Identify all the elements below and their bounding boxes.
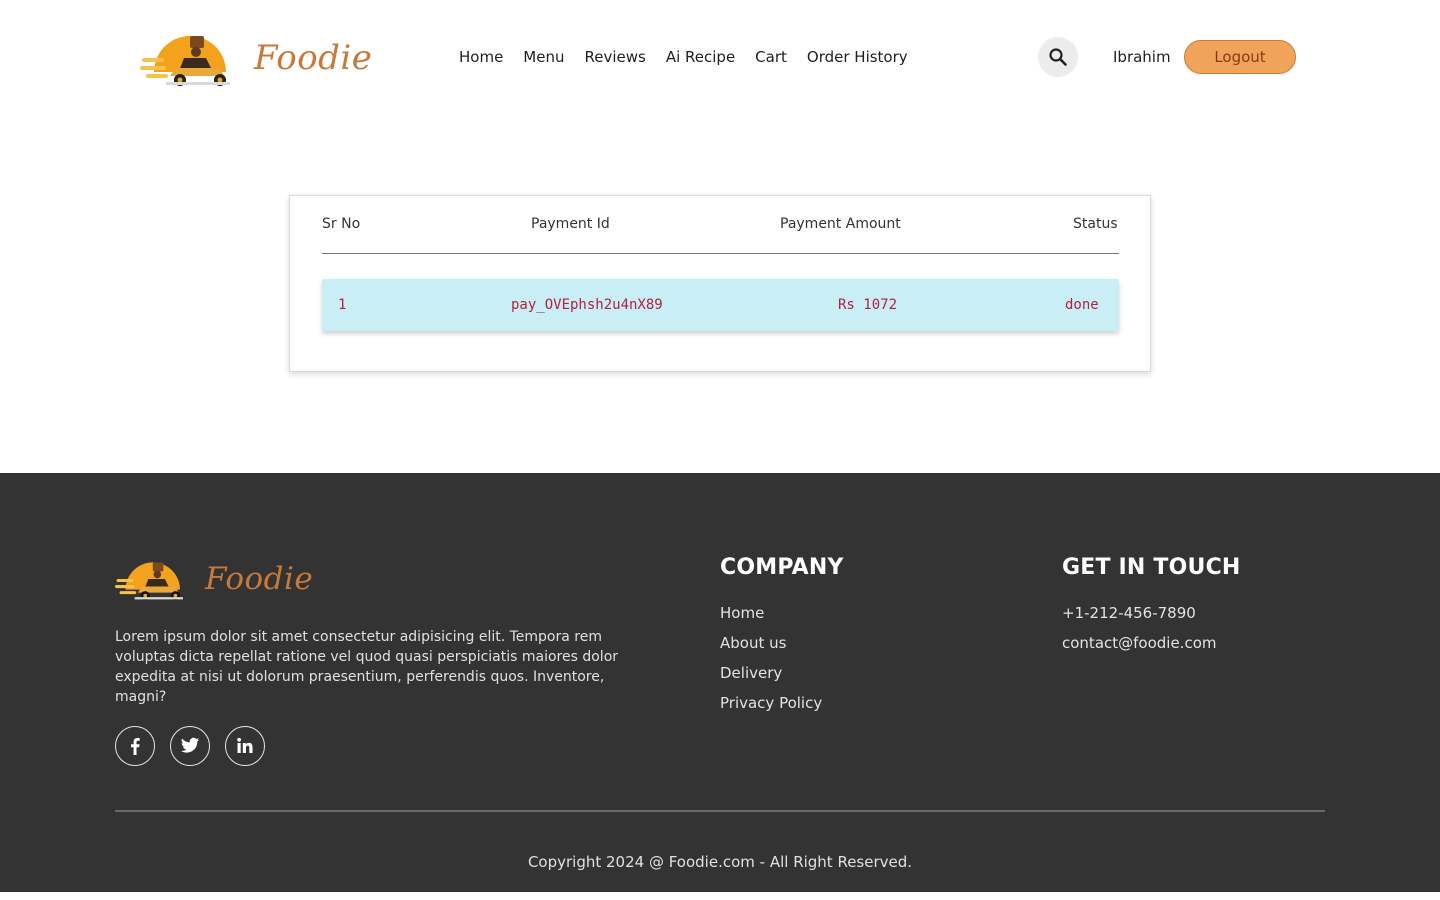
linkedin-link[interactable] [225, 726, 265, 766]
copyright-text: Copyright 2024 @ Foodie.com - All Right … [527, 853, 913, 871]
footer-link-home[interactable]: Home [720, 603, 764, 623]
delivery-scooter-icon [140, 28, 230, 88]
nav-cart[interactable]: Cart [755, 46, 787, 68]
twitter-link[interactable] [170, 726, 210, 766]
delivery-scooter-icon [115, 556, 183, 602]
site-footer: Foodie Lorem ipsum dolor sit amet consec… [0, 473, 1440, 892]
brand-name: Foodie [254, 38, 373, 78]
payment-history-card: Sr No Payment Id Payment Amount Status 1… [289, 195, 1151, 372]
footer-link-delivery[interactable]: Delivery [720, 663, 782, 683]
row-sr-no: 1 [338, 297, 347, 313]
nav-menu[interactable]: Menu [523, 46, 564, 68]
user-name: Ibrahim [1113, 48, 1171, 66]
company-heading: COMPANY [720, 555, 844, 580]
header-payment-id: Payment Id [531, 216, 610, 232]
contact-email[interactable]: contact@foodie.com [1062, 633, 1217, 653]
contact-heading: GET IN TOUCH [1062, 555, 1241, 580]
footer-divider [115, 810, 1325, 812]
facebook-link[interactable] [115, 726, 155, 766]
site-header: Foodie Home Menu Reviews Ai Recipe Cart … [0, 0, 1440, 115]
header-logo[interactable]: Foodie [140, 28, 372, 88]
linkedin-icon [237, 737, 253, 753]
nav-home[interactable]: Home [459, 46, 503, 68]
nav-reviews[interactable]: Reviews [584, 46, 645, 68]
table-header-divider [322, 253, 1119, 254]
logout-button[interactable]: Logout [1184, 40, 1296, 74]
row-status: done [1065, 297, 1099, 313]
header-sr-no: Sr No [322, 216, 361, 232]
nav-ai-recipe[interactable]: Ai Recipe [666, 46, 735, 68]
row-payment-amount: Rs 1072 [838, 297, 898, 313]
footer-link-privacy[interactable]: Privacy Policy [720, 693, 822, 713]
search-button[interactable] [1038, 37, 1078, 77]
footer-link-about[interactable]: About us [720, 633, 786, 653]
nav-order-history[interactable]: Order History [807, 46, 908, 68]
search-icon [1049, 48, 1067, 66]
contact-phone[interactable]: +1-212-456-7890 [1062, 603, 1196, 623]
header-payment-amount: Payment Amount [780, 216, 901, 232]
header-status: Status [1073, 216, 1118, 232]
facebook-icon [131, 738, 140, 755]
table-row: 1 pay_OVEphsh2u4nX89 Rs 1072 done [322, 279, 1119, 331]
social-links [115, 726, 265, 766]
footer-logo[interactable]: Foodie [115, 556, 313, 602]
twitter-icon [180, 737, 200, 753]
main-nav: Home Menu Reviews Ai Recipe Cart Order H… [459, 46, 928, 68]
footer-brand-name: Foodie [205, 561, 314, 597]
footer-description: Lorem ipsum dolor sit amet consectetur a… [115, 629, 619, 705]
row-payment-id: pay_OVEphsh2u4nX89 [511, 297, 663, 313]
